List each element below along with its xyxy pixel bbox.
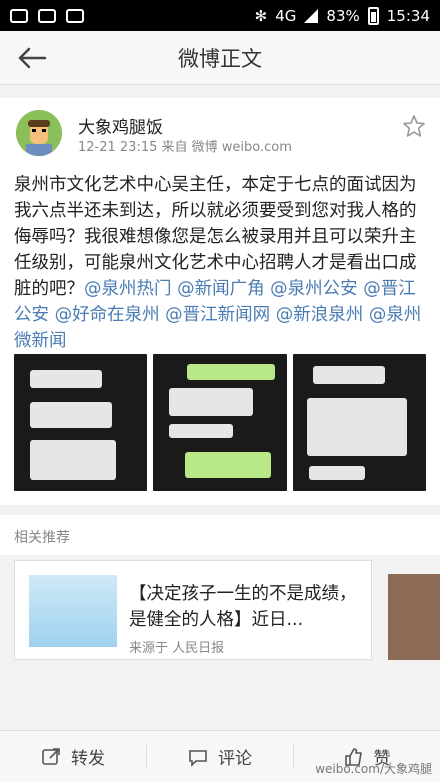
back-button[interactable] — [12, 41, 52, 75]
status-bar: ✻ 4G 83% 15:34 — [0, 0, 440, 31]
comment-icon — [189, 749, 207, 767]
post-image[interactable] — [153, 354, 287, 491]
repost-icon — [42, 747, 60, 765]
image-grid — [14, 354, 426, 491]
network-label: 4G — [275, 6, 297, 25]
battery-percent: 83% — [326, 6, 360, 25]
bluetooth-icon: ✻ — [254, 6, 268, 25]
watermark: weibo.com/大象鸡腿 — [315, 762, 432, 776]
qq-icon — [38, 8, 56, 23]
related-thumbnail — [29, 575, 117, 647]
post-text: 泉州市文化艺术中心吴主任，本定于七点的面试因为我六点半还未到达，所以就必须要受到… — [14, 172, 428, 354]
avatar[interactable] — [16, 110, 62, 156]
post-card: 大象鸡腿饭 12-21 23:15 来自 微博 weibo.com 泉州市文化艺… — [0, 98, 440, 505]
image-icon — [66, 8, 84, 23]
nav-bar: 微博正文 — [0, 31, 440, 85]
repost-button[interactable]: 转发 — [0, 744, 146, 769]
mention-link[interactable]: @新闻广角 — [177, 279, 265, 299]
page-title: 微博正文 — [178, 46, 262, 71]
mention-link[interactable]: @泉州公安 — [270, 279, 358, 299]
mention-link[interactable]: @新浪泉州 — [276, 305, 364, 325]
star-icon[interactable] — [402, 114, 426, 138]
post-image[interactable] — [14, 354, 148, 491]
mention-link[interactable]: @好命在泉州 — [55, 305, 160, 325]
battery-icon — [367, 6, 379, 25]
comment-button[interactable]: 评论 — [147, 744, 293, 769]
arrow-left-icon — [18, 47, 47, 69]
clock: 15:34 — [386, 6, 430, 25]
post-meta: 12-21 23:15 来自 微博 weibo.com — [78, 140, 292, 155]
mention-link[interactable]: @晋江新闻网 — [165, 305, 270, 325]
post-image[interactable] — [292, 354, 426, 491]
related-source: 来源于 人民日报 — [129, 641, 225, 656]
related-card-peek[interactable] — [388, 574, 440, 660]
mention-link[interactable]: @泉州热门 — [84, 279, 172, 299]
related-heading: 相关推荐 — [0, 515, 440, 555]
related-title: 【决定孩子一生的不是成绩，是健全的人格】近日... — [129, 584, 357, 630]
wechat-icon — [10, 8, 28, 23]
related-card[interactable]: 【决定孩子一生的不是成绩，是健全的人格】近日... 来源于 人民日报 — [14, 560, 372, 660]
signal-icon — [304, 8, 319, 23]
username[interactable]: 大象鸡腿饭 — [78, 113, 163, 138]
